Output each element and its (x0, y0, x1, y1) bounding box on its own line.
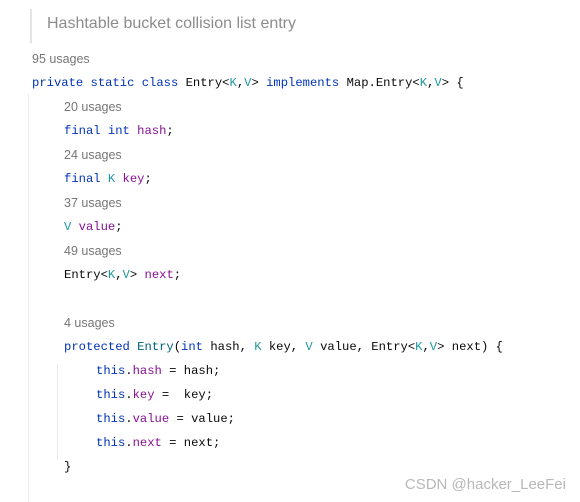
code-token: implements (266, 76, 347, 90)
code-token: = hash; (161, 364, 221, 378)
code-token: = next; (161, 436, 221, 450)
code-token: this (96, 388, 126, 402)
code-token: } (64, 460, 72, 474)
code-token: final int (64, 124, 138, 138)
code-line: this.key = key; (96, 383, 213, 407)
code-token: protected (64, 340, 138, 354)
code-token: , (422, 340, 430, 354)
code-line: final int hash; (64, 119, 174, 143)
code-token: , (115, 268, 123, 282)
code-token: final (64, 172, 108, 186)
code-token: V (434, 76, 442, 90)
code-line: this.next = next; (96, 431, 220, 455)
code-token: int (181, 340, 211, 354)
code-token: ( (173, 340, 182, 354)
code-token: > (251, 76, 267, 90)
code-line: Entry<K,V> next; (64, 263, 181, 287)
code-token: private static class (32, 76, 186, 90)
code-token: . (125, 364, 133, 378)
code-token: value (78, 220, 116, 234)
code-token: hash (132, 364, 162, 378)
indent-guide (57, 364, 58, 460)
code-token: this (96, 412, 126, 426)
code-token: ; (144, 172, 152, 186)
code-token: Map.Entry< (346, 76, 420, 90)
code-token: value, Entry< (320, 340, 416, 354)
code-token: K (107, 172, 123, 186)
usages-hint[interactable]: 20 usages (64, 95, 122, 119)
code-token: V (64, 220, 79, 234)
indent-guide (28, 94, 29, 502)
code-token: Entry< (185, 76, 230, 90)
code-token: V (305, 340, 321, 354)
code-token: . (125, 388, 133, 402)
code-token: hash (137, 124, 167, 138)
code-line: private static class Entry<K,V> implemen… (32, 71, 464, 95)
code-token: ; (166, 124, 174, 138)
code-token: > (129, 268, 145, 282)
code-token: next (132, 436, 162, 450)
code-token: > { (441, 76, 464, 90)
code-token: value (132, 412, 170, 426)
usages-hint[interactable]: 4 usages (64, 311, 115, 335)
code-token: Entry< (64, 268, 108, 282)
code-token: key, (268, 340, 306, 354)
code-token: = key; (154, 388, 214, 402)
watermark: CSDN @hacker_LeeFei (404, 476, 566, 493)
code-token: this (96, 364, 126, 378)
usages-hint[interactable]: 37 usages (64, 191, 122, 215)
code-token: ; (173, 268, 182, 282)
code-token: Entry (137, 340, 174, 354)
code-token: key (122, 172, 145, 186)
code-token: = value; (169, 412, 235, 426)
code-line: V value; (64, 215, 123, 239)
code-token: K (254, 340, 269, 354)
usages-hint[interactable]: 24 usages (64, 143, 122, 167)
code-token: . (125, 436, 133, 450)
doc-comment: Hashtable bucket collision list entry (30, 9, 296, 43)
code-token: ; (115, 220, 123, 234)
code-token: key (132, 388, 155, 402)
code-token: V (122, 268, 130, 282)
code-token: this (96, 436, 126, 450)
code-line: this.hash = hash; (96, 359, 220, 383)
code-line: } (64, 455, 71, 479)
code-line: this.value = value; (96, 407, 235, 431)
code-token: > next) { (437, 340, 503, 354)
code-token: next (144, 268, 174, 282)
code-token: K (229, 76, 237, 90)
code-token: K (419, 76, 428, 90)
code-token: hash, (210, 340, 255, 354)
code-line: final K key; (64, 167, 152, 191)
usages-hint[interactable]: 49 usages (64, 239, 122, 263)
code-line: protected Entry(int hash, K key, V value… (64, 335, 503, 359)
code-token: . (125, 412, 133, 426)
usages-hint[interactable]: 95 usages (32, 47, 90, 71)
